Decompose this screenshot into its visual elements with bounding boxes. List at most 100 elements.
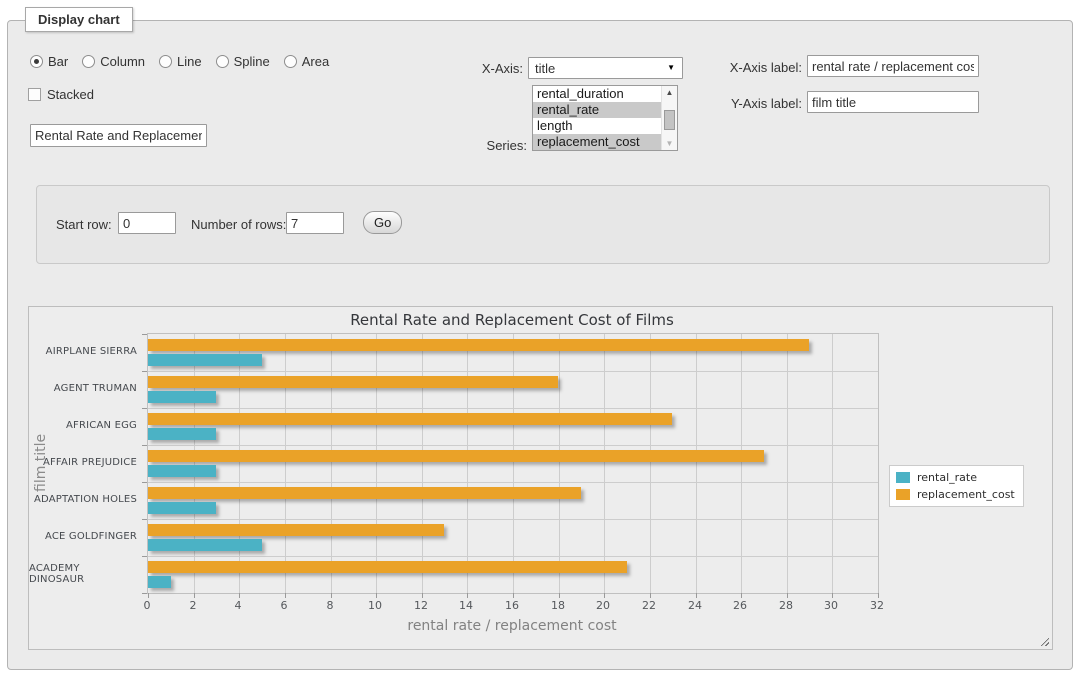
vertical-gridline — [239, 334, 240, 593]
horizontal-gridline — [148, 519, 878, 520]
radio-column[interactable]: Column — [82, 54, 145, 69]
chart-container: Rental Rate and Replacement Cost of Film… — [28, 306, 1053, 650]
stacked-checkbox-row[interactable]: Stacked — [28, 87, 94, 102]
x-axis-select-label: X-Axis: — [455, 61, 523, 76]
horizontal-gridline — [148, 556, 878, 557]
radio-label: Area — [302, 54, 329, 69]
x-axis-tick-labels: 02468101214161820222426283032 — [147, 599, 877, 613]
bar-replacement_cost — [148, 376, 558, 388]
radio-spline[interactable]: Spline — [216, 54, 270, 69]
vertical-gridline — [331, 334, 332, 593]
number-of-rows-input[interactable] — [286, 212, 344, 234]
chart-title-input[interactable] — [30, 124, 207, 147]
y-tick-mark — [142, 445, 147, 446]
x-tick-label: 26 — [733, 599, 747, 612]
radio-circle-icon[interactable] — [82, 55, 95, 68]
radio-label: Column — [100, 54, 145, 69]
x-axis-title: rental rate / replacement cost — [147, 618, 877, 634]
x-tick-label: 32 — [870, 599, 884, 612]
radio-area[interactable]: Area — [284, 54, 329, 69]
stacked-label: Stacked — [47, 87, 94, 102]
radio-circle-icon[interactable] — [216, 55, 229, 68]
vertical-gridline — [787, 334, 788, 593]
horizontal-gridline — [148, 482, 878, 483]
y-tick-mark — [142, 556, 147, 557]
stacked-checkbox[interactable] — [28, 88, 41, 101]
series-option-rental_rate[interactable]: rental_rate — [533, 102, 662, 118]
category-label: ADAPTATION HOLES — [29, 481, 137, 518]
radio-line[interactable]: Line — [159, 54, 202, 69]
horizontal-gridline — [148, 445, 878, 446]
x-tick-label: 0 — [144, 599, 151, 612]
radio-circle-icon[interactable] — [284, 55, 297, 68]
horizontal-gridline — [148, 371, 878, 372]
x-tick-mark — [878, 593, 879, 598]
number-of-rows-label: Number of rows: — [191, 217, 286, 232]
x-tick-label: 20 — [596, 599, 610, 612]
radio-label: Line — [177, 54, 202, 69]
bar-rental_rate — [148, 502, 216, 514]
radio-label: Bar — [48, 54, 68, 69]
bar-rental_rate — [148, 428, 216, 440]
vertical-gridline — [741, 334, 742, 593]
radio-bar[interactable]: Bar — [30, 54, 68, 69]
radio-label: Spline — [234, 54, 270, 69]
series-scrollbar[interactable]: ▲ ▼ — [661, 86, 677, 150]
x-axis-select[interactable]: title ▼ — [528, 57, 683, 79]
bar-rental_rate — [148, 465, 216, 477]
x-axis-label-input[interactable] — [807, 55, 979, 77]
series-select-label: Series: — [455, 138, 527, 153]
x-tick-mark — [376, 593, 377, 598]
category-label: AFRICAN EGG — [29, 407, 137, 444]
scroll-down-icon[interactable]: ▼ — [662, 137, 677, 150]
scroll-up-icon[interactable]: ▲ — [662, 86, 677, 99]
rows-panel: Start row: Number of rows: Go — [36, 185, 1050, 264]
bar-rental_rate — [148, 539, 262, 551]
vertical-gridline — [832, 334, 833, 593]
start-row-input[interactable] — [118, 212, 176, 234]
x-tick-mark — [467, 593, 468, 598]
series-option-replacement_cost[interactable]: replacement_cost — [533, 134, 662, 150]
category-label: AGENT TRUMAN — [29, 370, 137, 407]
x-tick-label: 4 — [235, 599, 242, 612]
x-tick-mark — [331, 593, 332, 598]
vertical-gridline — [559, 334, 560, 593]
resize-handle-icon[interactable] — [1038, 635, 1049, 646]
x-axis-label-field-label: X-Axis label: — [700, 60, 802, 75]
page: Display chart BarColumnLineSplineArea St… — [0, 0, 1081, 681]
series-option-rental_duration[interactable]: rental_duration — [533, 86, 662, 102]
y-category-labels: AIRPLANE SIERRAAGENT TRUMANAFRICAN EGGAF… — [29, 333, 137, 592]
legend-label: replacement_cost — [917, 488, 1015, 501]
horizontal-gridline — [148, 408, 878, 409]
x-axis-selected-value: title — [535, 61, 555, 76]
y-tick-mark — [142, 482, 147, 483]
bar-replacement_cost — [148, 413, 672, 425]
series-multiselect[interactable]: rental_durationrental_ratelengthreplacem… — [532, 85, 678, 151]
x-tick-label: 18 — [551, 599, 565, 612]
x-tick-mark — [741, 593, 742, 598]
y-tick-mark — [142, 334, 147, 335]
radio-circle-icon[interactable] — [30, 55, 43, 68]
radio-circle-icon[interactable] — [159, 55, 172, 68]
y-axis-label-input[interactable] — [807, 91, 979, 113]
category-label: ACE GOLDFINGER — [29, 518, 137, 555]
x-tick-label: 6 — [281, 599, 288, 612]
vertical-gridline — [604, 334, 605, 593]
legend-swatch-icon — [896, 489, 910, 500]
chart-legend: rental_ratereplacement_cost — [889, 465, 1024, 507]
x-tick-label: 2 — [190, 599, 197, 612]
chart-title: Rental Rate and Replacement Cost of Film… — [147, 311, 877, 329]
scrollbar-thumb[interactable] — [664, 110, 675, 130]
series-options: rental_durationrental_ratelengthreplacem… — [533, 86, 677, 150]
go-button[interactable]: Go — [363, 211, 402, 234]
series-option-length[interactable]: length — [533, 118, 662, 134]
bar-replacement_cost — [148, 450, 764, 462]
x-tick-label: 12 — [414, 599, 428, 612]
bar-replacement_cost — [148, 339, 809, 351]
x-tick-mark — [148, 593, 149, 598]
x-tick-mark — [787, 593, 788, 598]
vertical-gridline — [696, 334, 697, 593]
legend-swatch-icon — [896, 472, 910, 483]
bar-replacement_cost — [148, 561, 627, 573]
vertical-gridline — [467, 334, 468, 593]
